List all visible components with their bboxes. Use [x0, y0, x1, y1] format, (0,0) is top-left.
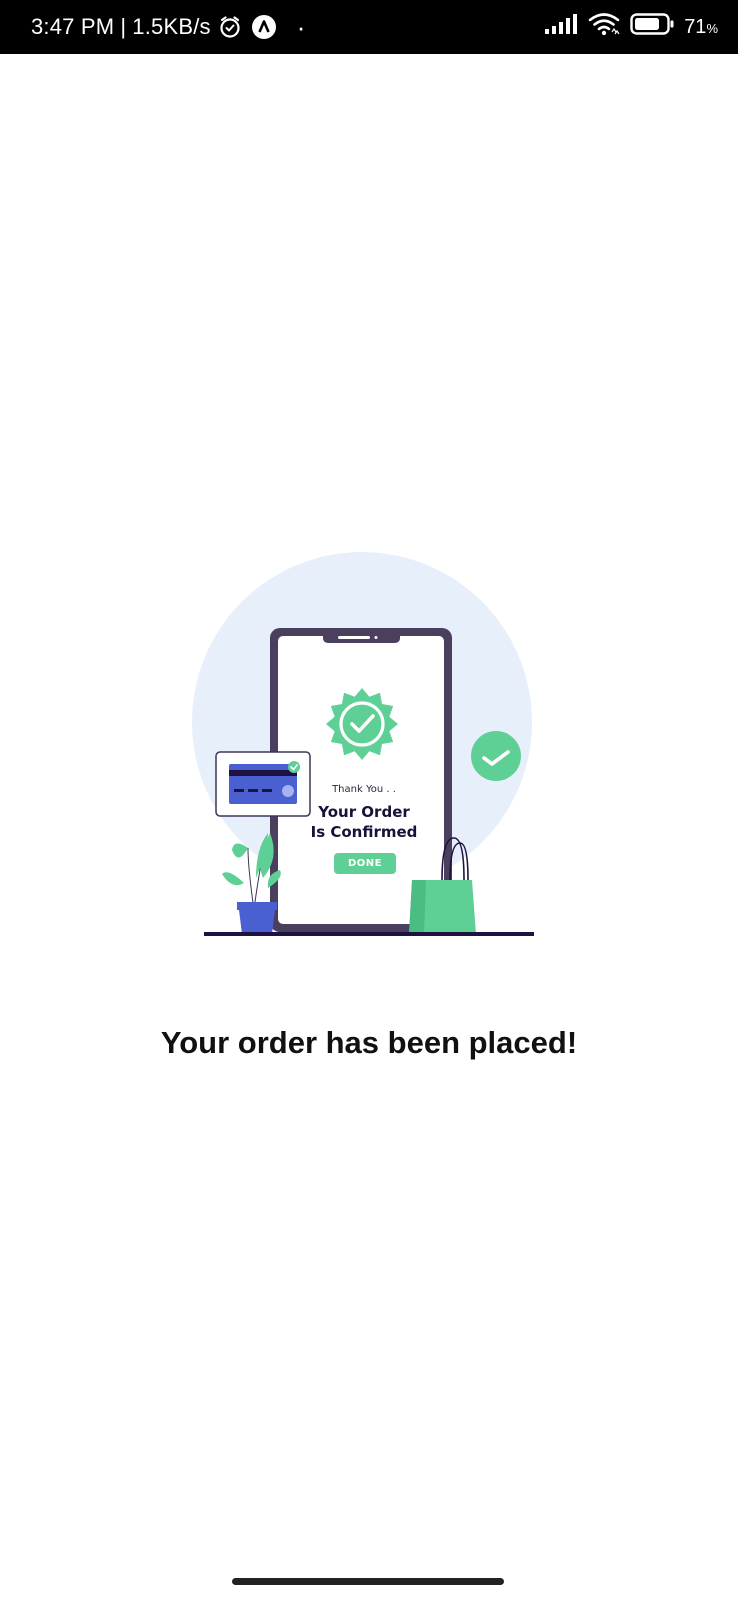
home-indicator[interactable]: [232, 1578, 504, 1585]
network-speed: 1.5KB/s: [132, 14, 211, 39]
battery-percent-value: 71: [684, 15, 707, 38]
status-dot: ·: [296, 11, 306, 42]
order-confirmed-heading: Your Order Is Confirmed: [274, 802, 454, 842]
alarm-icon: [217, 14, 243, 40]
illustration-done-label: DONE: [334, 853, 396, 874]
order-confirmed-illustration: Thank You . . Your Order Is Confirmed DO…: [188, 548, 548, 958]
signal-icon: [544, 13, 578, 41]
app-notification-icon: [251, 14, 277, 40]
status-separator: |: [120, 14, 127, 39]
phone-speaker: [338, 636, 370, 639]
ground-line: [204, 932, 534, 936]
status-time: 3:47 PM: [31, 14, 115, 39]
check-circle-icon: [471, 731, 521, 781]
wifi-icon: [588, 12, 620, 42]
battery-percent-unit: %: [706, 20, 718, 36]
phone-camera: [374, 636, 378, 639]
status-left: 3:47 PM | 1.5KB/s ·: [31, 0, 306, 54]
illustration-graphic: [192, 552, 534, 936]
battery-icon: [630, 12, 674, 42]
battery-percentage: 71%: [684, 16, 718, 39]
heading-line-1: Your Order: [318, 803, 410, 821]
status-bar: 3:47 PM | 1.5KB/s · 71%: [0, 0, 738, 54]
heading-line-2: Is Confirmed: [310, 823, 418, 841]
status-right: 71%: [544, 0, 718, 54]
thank-you-text: Thank You . .: [332, 784, 396, 795]
order-placed-message: Your order has been placed!: [160, 1025, 578, 1060]
order-confirmation-screen: 3:47 PM | 1.5KB/s · 71% Thank You . . Yo…: [0, 0, 738, 1600]
